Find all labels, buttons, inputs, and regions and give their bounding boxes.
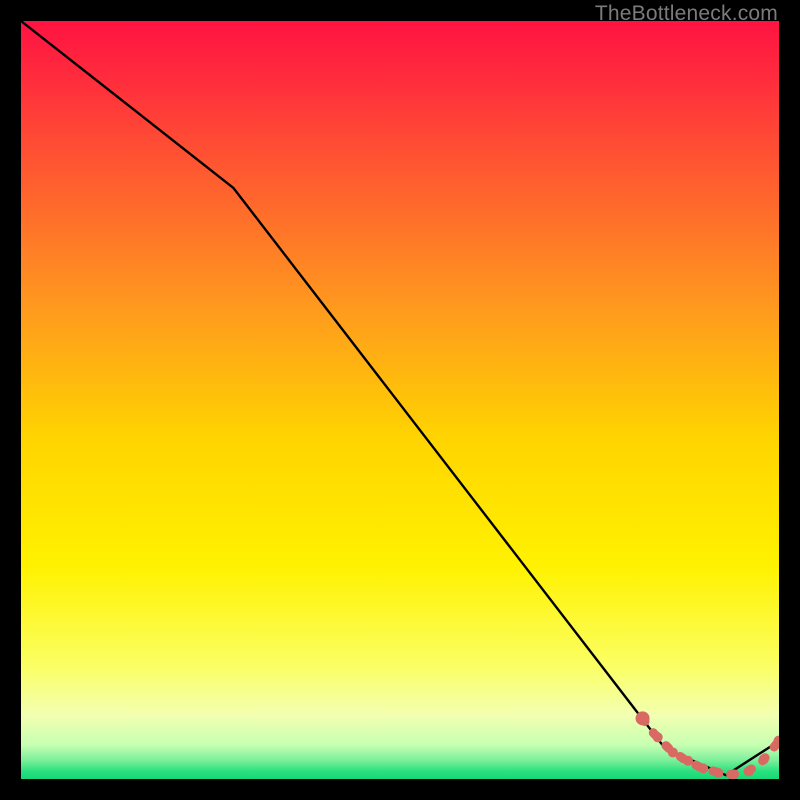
watermark-text: TheBottleneck.com	[595, 2, 778, 26]
chart-svg	[21, 21, 779, 779]
highlight-marker	[698, 763, 708, 773]
highlight-marker	[683, 756, 693, 766]
highlight-marker	[759, 754, 769, 764]
highlight-marker	[729, 769, 739, 779]
chart-stage: TheBottleneck.com	[0, 0, 800, 800]
gradient-background	[21, 21, 779, 779]
highlight-marker	[713, 768, 723, 778]
highlight-marker	[653, 732, 663, 742]
highlight-marker	[636, 711, 650, 725]
highlight-marker	[668, 747, 678, 757]
chart-plot	[21, 21, 779, 779]
highlight-marker	[744, 766, 754, 776]
